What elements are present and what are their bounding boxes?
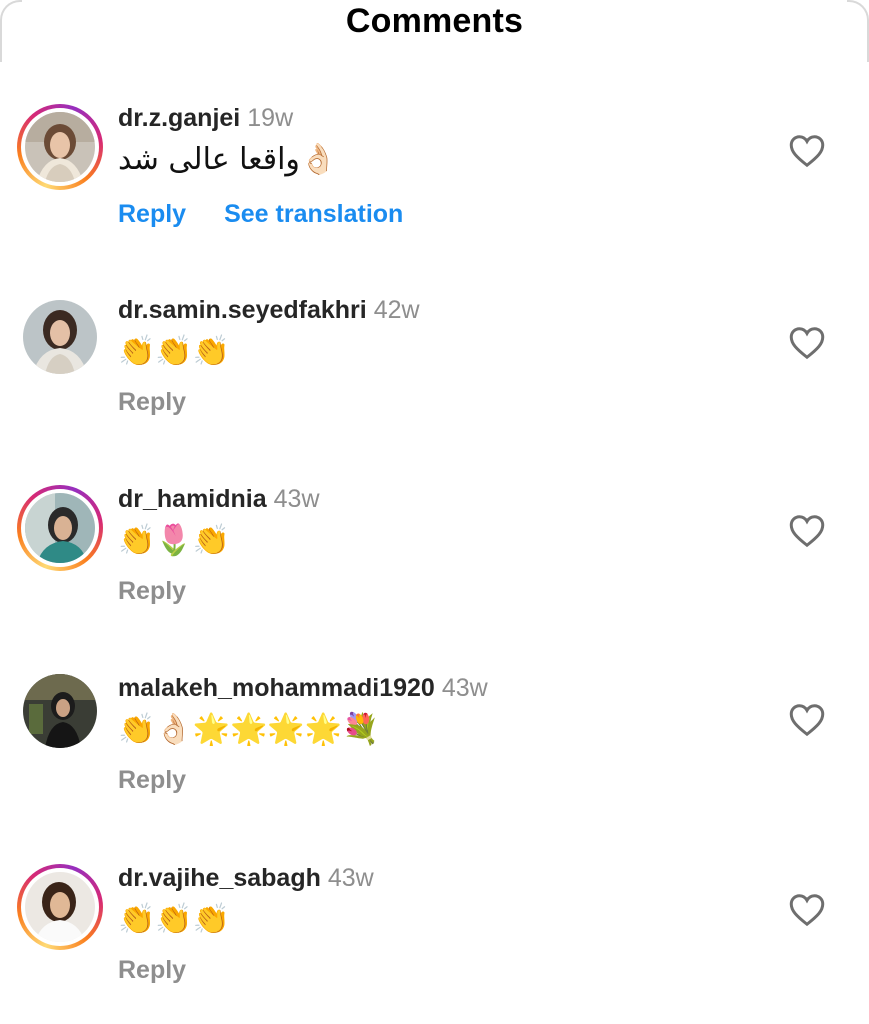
comment-username[interactable]: dr.samin.seyedfakhri bbox=[118, 296, 367, 324]
comment-item: dr_hamidnia 43w 👏🌷👏 Reply bbox=[0, 485, 869, 635]
avatar-story-ring[interactable] bbox=[17, 104, 103, 190]
comment-username[interactable]: malakeh_mohammadi1920 bbox=[118, 674, 435, 702]
comment-text: 👏👌🏻🌟🌟🌟🌟💐 bbox=[118, 712, 380, 747]
page-title: Comments bbox=[345, 2, 524, 40]
comment-age: 43w bbox=[273, 485, 320, 513]
comment-age: 43w bbox=[441, 674, 488, 702]
comment-item: malakeh_mohammadi1920 43w 👏👌🏻🌟🌟🌟🌟💐 Reply bbox=[0, 674, 869, 824]
avatar bbox=[23, 300, 97, 374]
heart-outline-icon[interactable] bbox=[789, 703, 825, 737]
comment-item: dr.samin.seyedfakhri 42w 👏👏👏 Reply bbox=[0, 296, 869, 446]
comment-text: 👏🌷👏 bbox=[118, 523, 231, 558]
comment-item: dr.vajihe_sabagh 43w 👏👏👏 Reply bbox=[0, 864, 869, 1014]
comment-text: 👏👏👏 bbox=[118, 334, 231, 369]
heart-outline-icon[interactable] bbox=[789, 893, 825, 927]
comment-username[interactable]: dr_hamidnia bbox=[118, 485, 267, 513]
avatar-story-ring[interactable] bbox=[17, 485, 103, 571]
avatar-wrapper[interactable] bbox=[17, 294, 103, 380]
avatar bbox=[25, 112, 95, 182]
comment-age: 19w bbox=[247, 104, 294, 132]
comment-text: واقعا عالی شد👌🏻 bbox=[118, 142, 338, 177]
avatar-story-ring[interactable] bbox=[17, 864, 103, 950]
comment-username[interactable]: dr.z.ganjei bbox=[118, 104, 240, 132]
comment-age: 43w bbox=[327, 864, 374, 892]
comment-username[interactable]: dr.vajihe_sabagh bbox=[118, 864, 321, 892]
comments-header: Comments bbox=[0, 0, 869, 46]
reply-button[interactable]: Reply bbox=[118, 766, 186, 794]
comment-text: 👏👏👏 bbox=[118, 902, 231, 937]
avatar bbox=[25, 872, 95, 942]
reply-button[interactable]: Reply bbox=[118, 577, 186, 605]
reply-button[interactable]: Reply bbox=[118, 200, 186, 228]
heart-outline-icon[interactable] bbox=[789, 326, 825, 360]
avatar bbox=[25, 493, 95, 563]
reply-button[interactable]: Reply bbox=[118, 956, 186, 984]
heart-outline-icon[interactable] bbox=[789, 134, 825, 168]
avatar-wrapper[interactable] bbox=[17, 668, 103, 754]
comment-age: 42w bbox=[373, 296, 420, 324]
heart-outline-icon[interactable] bbox=[789, 514, 825, 548]
see-translation-button[interactable]: See translation bbox=[224, 200, 403, 228]
comment-item: dr.z.ganjei 19w واقعا عالی شد👌🏻 Reply See … bbox=[0, 104, 869, 254]
comments-sheet: Comments dr.z.ganjei 19w واقعا عالی شد👌🏻… bbox=[0, 0, 869, 1024]
avatar bbox=[23, 674, 97, 748]
reply-button[interactable]: Reply bbox=[118, 388, 186, 416]
